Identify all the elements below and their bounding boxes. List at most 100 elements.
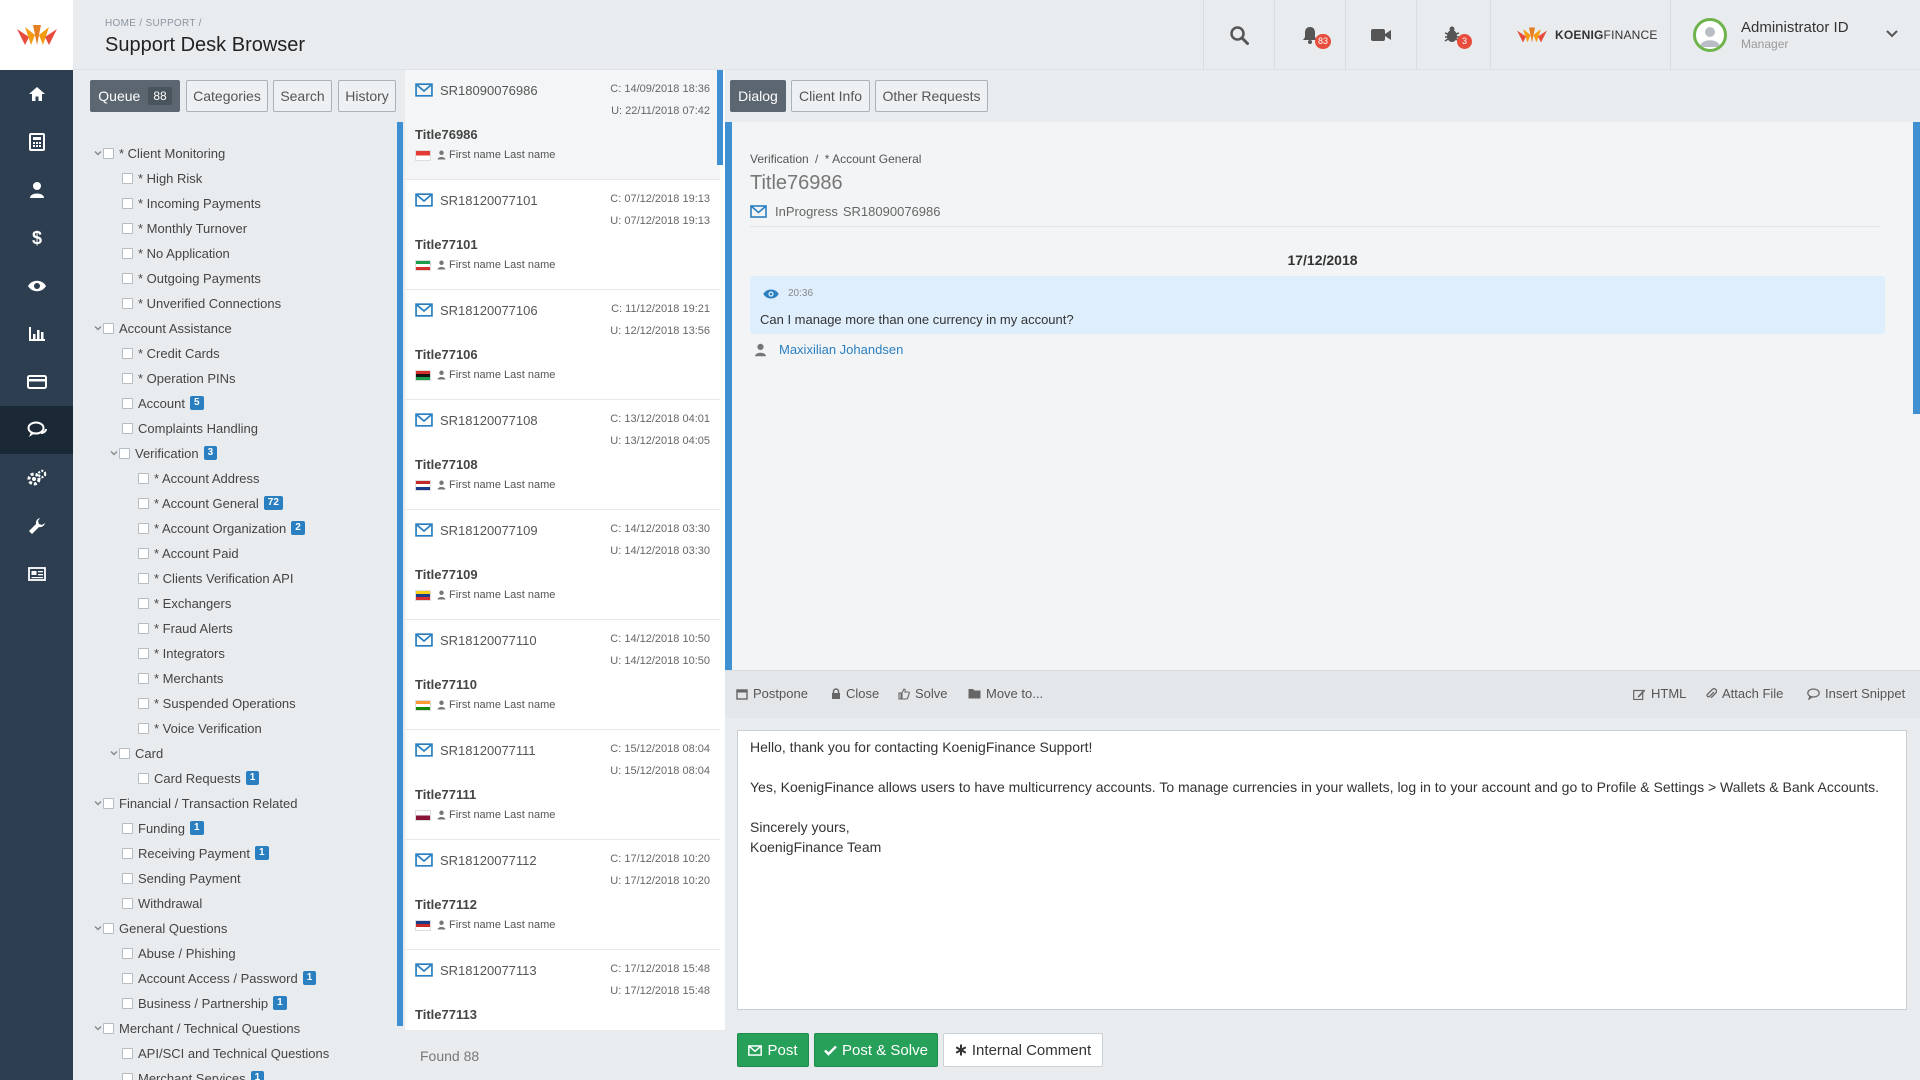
breadcrumb-support[interactable]: SUPPORT <box>145 18 195 29</box>
tree-node-checkbox[interactable] <box>122 847 133 859</box>
insert-snippet-button[interactable]: Insert Snippet <box>1807 686 1905 701</box>
attach-file-button[interactable]: Attach File <box>1705 686 1783 701</box>
postpone-button[interactable]: Postpone <box>736 686 808 701</box>
tree-node[interactable]: API/SCI and Technical Questions <box>109 1043 329 1063</box>
tree-node-checkbox[interactable] <box>122 222 133 234</box>
tab-dialog[interactable]: Dialog <box>730 80 786 112</box>
tree-node-checkbox[interactable] <box>138 622 149 634</box>
tree-node-checkbox[interactable] <box>122 997 133 1009</box>
tree-node[interactable]: * No Application <box>109 243 230 263</box>
tree-node[interactable]: Receiving Payment 1 <box>109 843 269 863</box>
brand-logo[interactable]: KOENIGFINANCE <box>1490 0 1670 70</box>
tree-node-checkbox[interactable] <box>122 872 133 884</box>
tree-node-checkbox[interactable] <box>138 722 149 734</box>
tree-node-checkbox[interactable] <box>119 747 130 759</box>
author-name-link[interactable]: Maxixilian Johandsen <box>779 342 903 357</box>
tree-node-checkbox[interactable] <box>122 422 133 434</box>
nav-monitoring[interactable] <box>0 262 73 310</box>
tree-node[interactable]: Card <box>109 743 163 763</box>
nav-calculator[interactable] <box>0 118 73 166</box>
nav-users[interactable] <box>0 166 73 214</box>
ticket-card[interactable]: SR18090076986 C: 14/09/2018 18:36 U: 22/11… <box>405 70 720 180</box>
reply-editor[interactable]: Hello, thank you for contacting KoenigFi… <box>737 730 1907 1010</box>
tree-node[interactable]: * Operation PINs <box>109 368 236 388</box>
tree-node-checkbox[interactable] <box>138 697 149 709</box>
tree-node[interactable]: Sending Payment <box>109 868 241 888</box>
ticket-card[interactable]: SR18120077101 C: 07/12/2018 19:13 U: 07/12… <box>405 180 720 290</box>
nav-cards[interactable] <box>0 358 73 406</box>
nav-news[interactable] <box>0 550 73 598</box>
tree-node-checkbox[interactable] <box>138 572 149 584</box>
nav-tools[interactable] <box>0 502 73 550</box>
dialog-scrollbar[interactable] <box>1913 122 1920 414</box>
app-logo[interactable] <box>0 0 73 70</box>
tree-node[interactable]: Merchant Services 1 <box>109 1068 265 1080</box>
tree-node[interactable]: General Questions <box>93 918 227 938</box>
tree-node[interactable]: * Fraud Alerts <box>125 618 233 638</box>
header-bugs-button[interactable]: 3 <box>1416 0 1487 70</box>
tree-node-checkbox[interactable] <box>122 172 133 184</box>
header-notifications-button[interactable]: 83 <box>1274 0 1345 70</box>
tree-node-checkbox[interactable] <box>138 497 149 509</box>
tree-node[interactable]: Card Requests 1 <box>125 768 260 788</box>
tree-node-checkbox[interactable] <box>103 147 114 159</box>
tree-node-checkbox[interactable] <box>103 922 114 934</box>
tree-node[interactable]: Abuse / Phishing <box>109 943 236 963</box>
tree-node[interactable]: * Account Organization 2 <box>125 518 305 538</box>
tree-node[interactable]: * Account General 72 <box>125 493 283 513</box>
ticket-card[interactable]: SR18120077108 C: 13/12/2018 04:01 U: 13/12… <box>405 400 720 510</box>
tree-node[interactable]: Account Assistance <box>93 318 232 338</box>
tree-node-checkbox[interactable] <box>122 897 133 909</box>
tree-node[interactable]: Account Access / Password 1 <box>109 968 317 988</box>
ticket-card[interactable]: SR18120077113 C: 17/12/2018 15:48 U: 17/12… <box>405 950 720 1030</box>
tree-node[interactable]: * Suspended Operations <box>125 693 296 713</box>
internal-comment-button[interactable]: Internal Comment <box>943 1033 1103 1067</box>
tree-node-checkbox[interactable] <box>122 347 133 359</box>
tree-node[interactable]: * Incoming Payments <box>109 193 261 213</box>
ticket-card[interactable]: SR18120077109 C: 14/12/2018 03:30 U: 14/12… <box>405 510 720 620</box>
ticket-card[interactable]: SR18120077110 C: 14/12/2018 10:50 U: 14/12… <box>405 620 720 730</box>
tree-node[interactable]: * Outgoing Payments <box>109 268 261 288</box>
nav-reports[interactable] <box>0 310 73 358</box>
tree-node-checkbox[interactable] <box>122 247 133 259</box>
tree-node-checkbox[interactable] <box>138 522 149 534</box>
tree-node[interactable]: * Account Paid <box>125 543 239 563</box>
tree-node[interactable]: Funding 1 <box>109 818 204 838</box>
tree-node[interactable]: * Exchangers <box>125 593 231 613</box>
tree-node-checkbox[interactable] <box>122 1047 133 1059</box>
ticket-list-scrollbar[interactable] <box>717 70 723 165</box>
tree-node[interactable]: Account 5 <box>109 393 204 413</box>
tab-search[interactable]: Search <box>273 80 332 112</box>
tree-node-checkbox[interactable] <box>122 397 133 409</box>
user-menu[interactable]: Administrator ID Manager <box>1670 0 1920 70</box>
tree-node-checkbox[interactable] <box>119 447 130 459</box>
category-path-parent[interactable]: Verification <box>750 152 809 166</box>
tab-other-requests[interactable]: Other Requests <box>875 80 988 112</box>
header-search-button[interactable] <box>1203 0 1274 70</box>
close-ticket-button[interactable]: Close <box>831 686 879 701</box>
move-to-button[interactable]: Move to... <box>968 686 1043 701</box>
tree-node[interactable]: Financial / Transaction Related <box>93 793 297 813</box>
nav-finance[interactable]: $ <box>0 214 73 262</box>
tree-node-checkbox[interactable] <box>138 772 149 784</box>
tree-node-checkbox[interactable] <box>122 372 133 384</box>
tree-node-checkbox[interactable] <box>122 822 133 834</box>
tree-node[interactable]: * Monthly Turnover <box>109 218 247 238</box>
tab-categories[interactable]: Categories <box>186 80 268 112</box>
tree-node-checkbox[interactable] <box>138 597 149 609</box>
tree-node[interactable]: * Account Address <box>125 468 260 488</box>
tree-node[interactable]: * Integrators <box>125 643 225 663</box>
tree-scrollbar[interactable] <box>397 122 403 1026</box>
tree-node[interactable]: Withdrawal <box>109 893 202 913</box>
ticket-card[interactable]: SR18120077111 C: 15/12/2018 08:04 U: 15/12… <box>405 730 720 840</box>
tree-node-checkbox[interactable] <box>138 672 149 684</box>
tree-node[interactable]: * High Risk <box>109 168 202 188</box>
tree-node-checkbox[interactable] <box>138 547 149 559</box>
tree-node[interactable]: Verification 3 <box>109 443 218 463</box>
tree-node-checkbox[interactable] <box>103 322 114 334</box>
tree-node[interactable]: * Clients Verification API <box>125 568 293 588</box>
tab-client-info[interactable]: Client Info <box>791 80 870 112</box>
solve-button[interactable]: Solve <box>898 686 948 701</box>
tree-node[interactable]: * Merchants <box>125 668 223 688</box>
header-video-button[interactable] <box>1345 0 1416 70</box>
